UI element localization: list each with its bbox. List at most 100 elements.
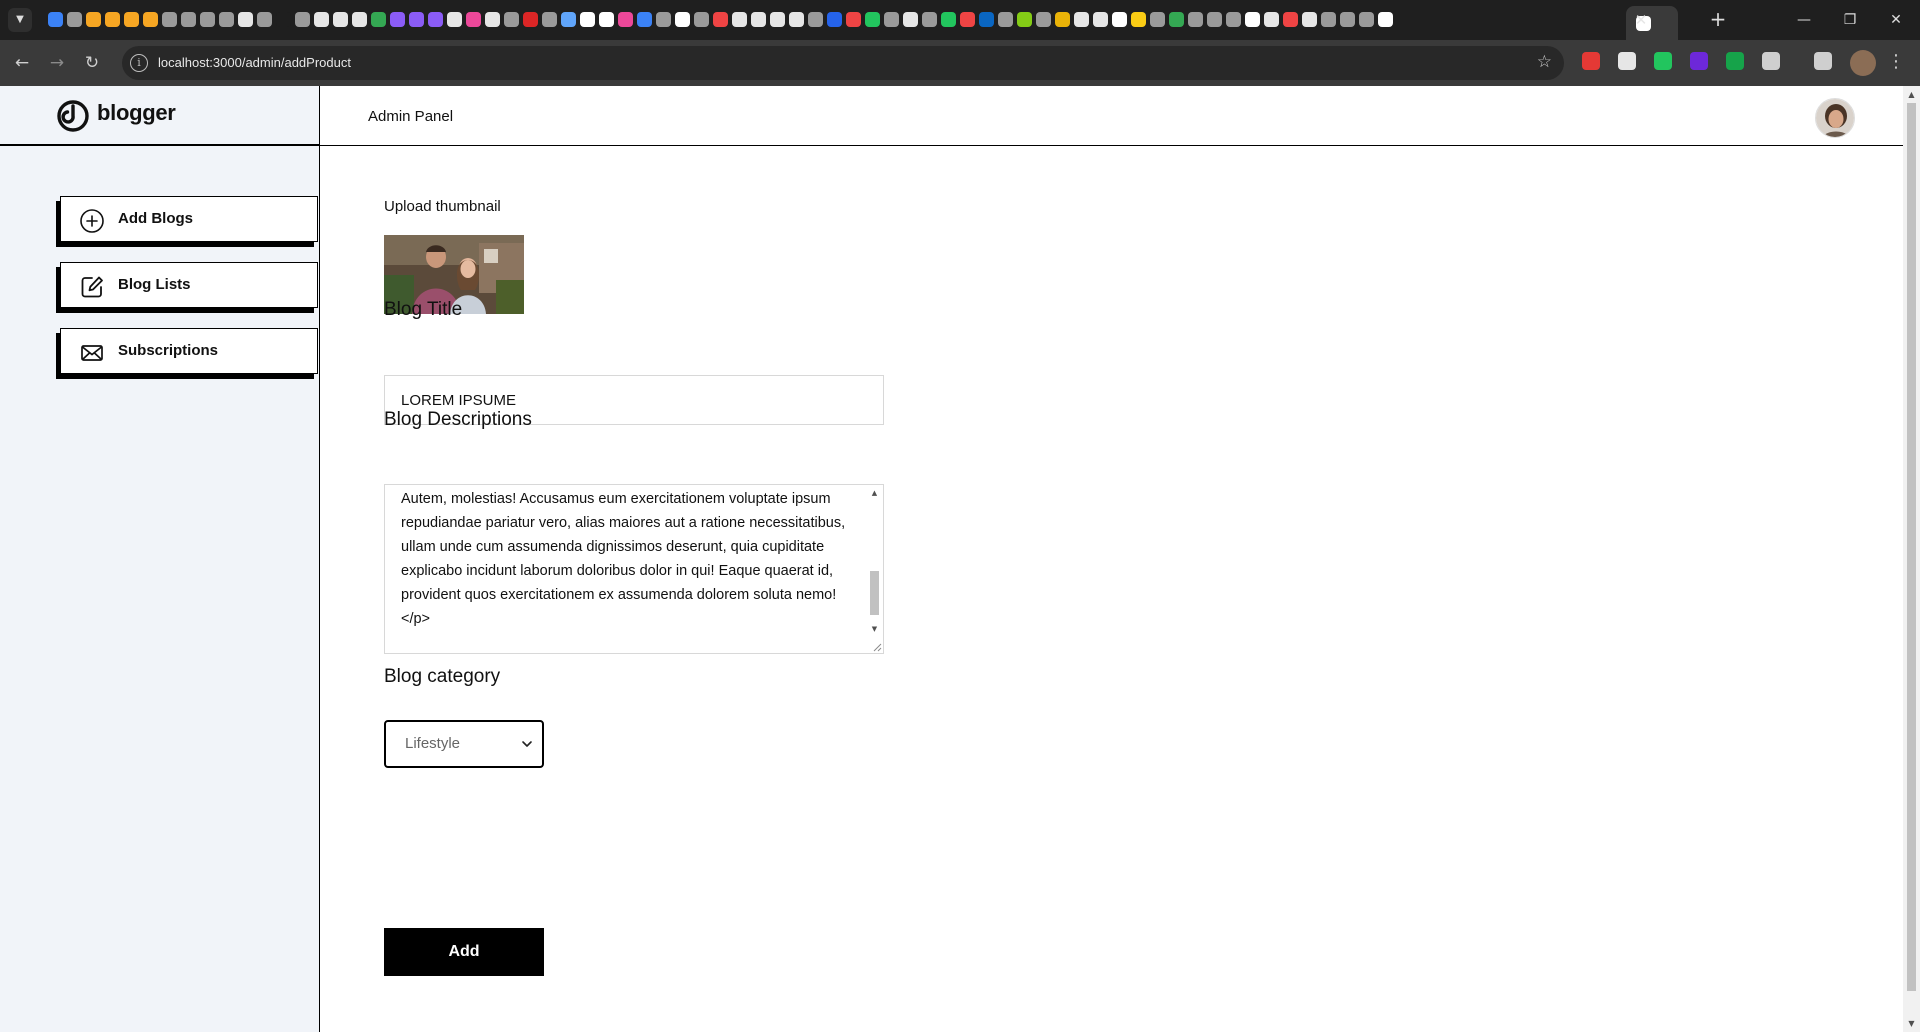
new-tab-button[interactable]: + xyxy=(1706,8,1730,32)
site-info-icon[interactable]: i xyxy=(130,54,148,72)
tab-favicon-icon[interactable] xyxy=(1036,12,1051,27)
tab-favicon-icon[interactable] xyxy=(1093,12,1108,27)
blog-category-select[interactable]: Lifestyle xyxy=(384,720,544,768)
page-scrollbar-thumb[interactable] xyxy=(1907,103,1916,991)
tab-favicon-icon[interactable] xyxy=(314,12,329,27)
tab-favicon-icon[interactable] xyxy=(1302,12,1317,27)
tab-favicon-icon[interactable] xyxy=(1207,12,1222,27)
tab-favicon-icon[interactable] xyxy=(1150,12,1165,27)
blog-description-text[interactable]: Autem, molestias! Accusamus eum exercita… xyxy=(401,487,851,631)
tab-favicon-icon[interactable] xyxy=(580,12,595,27)
extension-icon[interactable] xyxy=(1582,52,1600,70)
tab-favicon-icon[interactable] xyxy=(1245,12,1260,27)
tab-favicon-icon[interactable] xyxy=(1283,12,1298,27)
tab-favicon-icon[interactable] xyxy=(960,12,975,27)
tab-favicon-icon[interactable] xyxy=(1017,12,1032,27)
tab-favicon-icon[interactable] xyxy=(143,12,158,27)
tab-favicon-icon[interactable] xyxy=(998,12,1013,27)
sidebar-item-blog-lists[interactable]: Blog Lists xyxy=(60,262,318,308)
tab-favicon-icon[interactable] xyxy=(884,12,899,27)
tab-favicon-icon[interactable] xyxy=(352,12,367,27)
browser-profile-avatar[interactable] xyxy=(1850,50,1876,76)
tab-favicon-icon[interactable] xyxy=(808,12,823,27)
minimize-button[interactable]: — xyxy=(1784,6,1824,34)
tab-favicon-icon[interactable] xyxy=(162,12,177,27)
tab-favicon-icon[interactable] xyxy=(1074,12,1089,27)
tab-favicon-icon[interactable] xyxy=(238,12,253,27)
tab-favicon-icon[interactable] xyxy=(371,12,386,27)
brand-name[interactable]: blogger xyxy=(97,100,176,126)
tab-favicon-icon[interactable] xyxy=(561,12,576,27)
tab-favicon-icon[interactable] xyxy=(979,12,994,27)
resize-grip-icon[interactable] xyxy=(872,642,882,652)
tab-favicon-icon[interactable] xyxy=(1359,12,1374,27)
tab-favicon-icon[interactable] xyxy=(865,12,880,27)
page-scrollbar[interactable]: ▲ ▼ xyxy=(1903,86,1920,1032)
tab-favicon-icon[interactable] xyxy=(219,12,234,27)
extension-icon[interactable] xyxy=(1814,52,1832,70)
scroll-up-arrow-icon[interactable]: ▲ xyxy=(870,487,879,499)
browser-menu-icon[interactable]: ⋮ xyxy=(1886,51,1906,72)
tab-favicon-icon[interactable] xyxy=(390,12,405,27)
page-scroll-down-icon[interactable]: ▼ xyxy=(1903,1015,1920,1032)
tab-favicon-icon[interactable] xyxy=(1112,12,1127,27)
tab-favicon-icon[interactable] xyxy=(922,12,937,27)
tab-favicon-icon[interactable] xyxy=(1226,12,1241,27)
tab-favicon-icon[interactable] xyxy=(903,12,918,27)
extension-icon[interactable] xyxy=(1618,52,1636,70)
tab-favicon-icon[interactable] xyxy=(200,12,215,27)
scroll-down-arrow-icon[interactable]: ▼ xyxy=(870,623,879,635)
blog-description-textarea[interactable]: Autem, molestias! Accusamus eum exercita… xyxy=(384,484,884,654)
tab-favicon-icon[interactable] xyxy=(485,12,500,27)
tab-favicon-icon[interactable] xyxy=(466,12,481,27)
tab-favicon-icon[interactable] xyxy=(941,12,956,27)
tab-favicon-icon[interactable] xyxy=(1188,12,1203,27)
tab-favicon-icon[interactable] xyxy=(618,12,633,27)
tab-favicon-icon[interactable] xyxy=(105,12,120,27)
tab-favicon-icon[interactable] xyxy=(428,12,443,27)
tab-favicon-icon[interactable] xyxy=(751,12,766,27)
tab-favicon-icon[interactable] xyxy=(542,12,557,27)
tab-favicon-icon[interactable] xyxy=(181,12,196,27)
back-button[interactable]: ← xyxy=(10,51,34,75)
tab-favicon-icon[interactable] xyxy=(86,12,101,27)
tab-favicon-icon[interactable] xyxy=(1264,12,1279,27)
tab-favicon-icon[interactable] xyxy=(1055,12,1070,27)
tab-favicon-icon[interactable] xyxy=(295,12,310,27)
extension-icon[interactable] xyxy=(1726,52,1744,70)
tab-favicon-icon[interactable] xyxy=(257,12,272,27)
tab-favicon-icon[interactable] xyxy=(1340,12,1355,27)
bookmark-star-icon[interactable]: ☆ xyxy=(1537,52,1552,72)
tab-favicon-icon[interactable] xyxy=(1131,12,1146,27)
tab-favicon-icon[interactable] xyxy=(732,12,747,27)
tab-favicon-icon[interactable] xyxy=(789,12,804,27)
tab-favicon-icon[interactable] xyxy=(1169,12,1184,27)
extension-icon[interactable] xyxy=(1690,52,1708,70)
tab-close-button[interactable]: ✕ xyxy=(1630,9,1652,31)
extension-icon[interactable] xyxy=(1654,52,1672,70)
sidebar-item-subscriptions[interactable]: Subscriptions xyxy=(60,328,318,374)
url-text[interactable]: localhost:3000/admin/addProduct xyxy=(158,55,351,70)
add-blog-button[interactable]: Add xyxy=(384,928,544,976)
reload-button[interactable]: ↻ xyxy=(80,51,104,75)
forward-button[interactable]: → xyxy=(45,51,69,75)
description-scrollbar[interactable]: ▲ ▼ xyxy=(866,485,883,653)
tab-favicon-icon[interactable] xyxy=(1321,12,1336,27)
tab-favicon-icon[interactable] xyxy=(523,12,538,27)
tab-favicon-icon[interactable] xyxy=(48,12,63,27)
restore-button[interactable]: ❐ xyxy=(1830,6,1870,34)
tab-favicon-icon[interactable] xyxy=(67,12,82,27)
tab-favicon-icon[interactable] xyxy=(656,12,671,27)
user-avatar[interactable] xyxy=(1815,98,1855,138)
tab-favicon-icon[interactable] xyxy=(447,12,462,27)
tab-favicon-icon[interactable] xyxy=(599,12,614,27)
tab-favicon-icon[interactable] xyxy=(675,12,690,27)
scrollbar-thumb[interactable] xyxy=(870,571,879,615)
close-window-button[interactable]: ✕ xyxy=(1876,6,1916,34)
tab-favicon-icon[interactable] xyxy=(1378,12,1393,27)
page-scroll-up-icon[interactable]: ▲ xyxy=(1903,86,1920,103)
tab-favicon-icon[interactable] xyxy=(504,12,519,27)
tab-favicon-icon[interactable] xyxy=(713,12,728,27)
tab-favicon-icon[interactable] xyxy=(409,12,424,27)
tab-search-button[interactable]: ▼ xyxy=(8,8,32,32)
